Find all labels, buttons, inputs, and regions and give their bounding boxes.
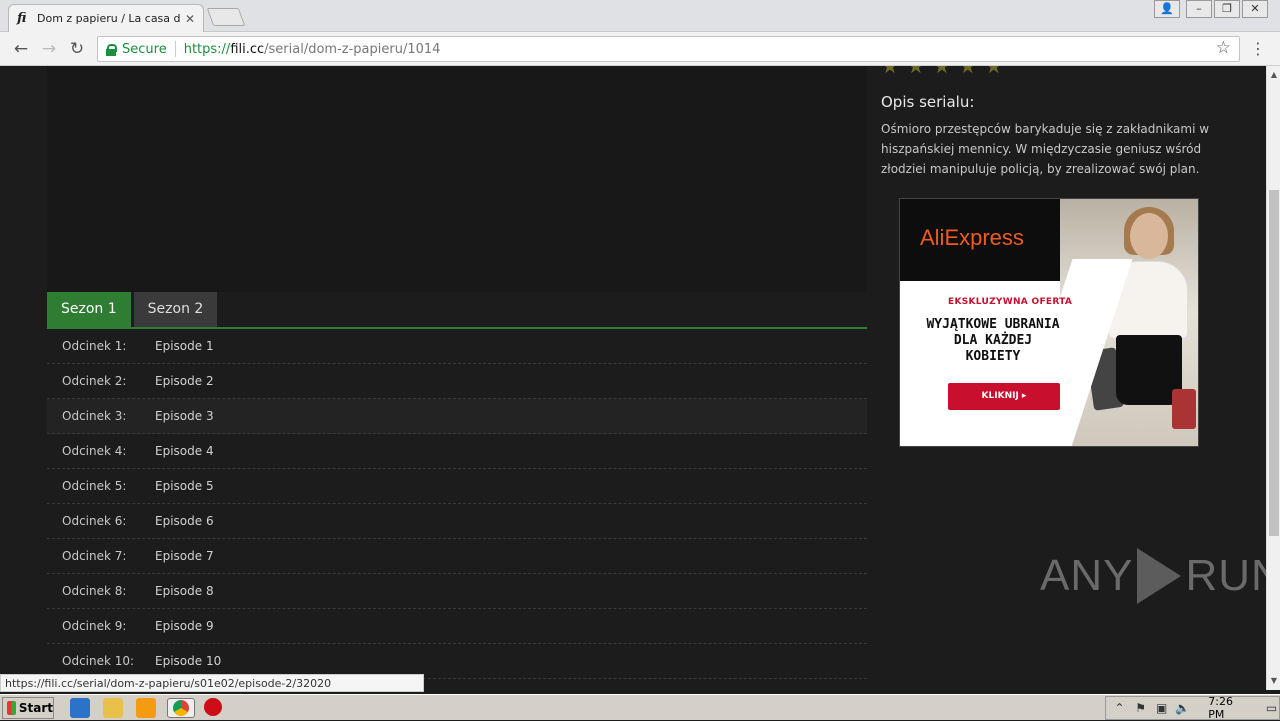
episode-number: Odcinek 10: [62,654,135,668]
ad-headline-line: KOBIETY [965,349,1021,364]
omnibox-divider [174,41,176,57]
episode-title[interactable]: Episode 5 [155,479,214,493]
browser-menu-icon[interactable]: ⋮ [1250,39,1266,58]
opera-icon[interactable] [204,698,222,716]
tab-close-icon[interactable]: ✕ [185,12,195,26]
page-content: Sezon 1 Sezon 2 Odcinek 1: Episode 1 Odci… [0,66,1266,690]
site-favicon-icon: fi [17,10,27,26]
season-tabs: Sezon 1 Sezon 2 [47,292,867,329]
episode-row[interactable]: Odcinek 6: Episode 6 [47,504,867,539]
episode-number: Odcinek 4: [62,444,127,458]
episode-title[interactable]: Episode 7 [155,549,214,563]
advertisement-banner[interactable]: AliExpress EKSKLUZYWNA OFERTA WYJĄTKOWE … [899,198,1199,447]
volume-icon[interactable]: 🔈 [1175,701,1190,715]
chrome-taskbar-button[interactable] [167,698,195,718]
windows-taskbar: Start ⌃ ⚑ ▣ 🔈 7:26 PM ▭ [0,694,1280,721]
ad-headline: WYJĄTKOWE UBRANIA DLA KAŻDEJ KOBIETY [900,317,1086,365]
aliexpress-logo: AliExpress [920,225,1024,250]
episode-row[interactable]: Odcinek 7: Episode 7 [47,539,867,574]
watermark-left: ANY [1040,551,1134,600]
address-bar[interactable]: Secure https:// fili.cc /serial/dom-z-pa… [97,36,1240,62]
url-scheme: https:// [183,41,231,57]
url-path: /serial/dom-z-papieru/1014 [264,41,441,57]
episode-row[interactable]: Odcinek 9: Episode 9 [47,609,867,644]
ad-kicker: EKSKLUZYWNA OFERTA [948,297,1073,307]
episode-title[interactable]: Episode 4 [155,444,214,458]
reload-icon[interactable]: ↻ [66,38,88,60]
secure-label: Secure [122,41,167,57]
minimize-button[interactable]: – [1186,0,1212,18]
video-player-area[interactable] [47,66,867,292]
file-explorer-icon[interactable] [103,698,123,718]
scroll-thumb[interactable] [1269,190,1279,536]
clock[interactable]: 7:26 PM [1208,695,1250,721]
maximize-button[interactable]: ❐ [1214,0,1240,18]
episode-title[interactable]: Episode 9 [155,619,214,633]
tab-season-1[interactable]: Sezon 1 [47,292,131,327]
close-window-button[interactable]: ✕ [1242,0,1268,18]
episode-title[interactable]: Episode 2 [155,374,214,388]
page-scrollbar[interactable]: ▲ ▼ [1266,66,1280,690]
watermark-right: RUN [1185,551,1266,600]
media-player-icon[interactable] [136,698,156,718]
episode-title[interactable]: Episode 3 [155,409,214,423]
internet-explorer-icon[interactable] [70,698,90,718]
browser-tab[interactable]: fi Dom z papieru / La casa de p ✕ [8,4,204,32]
episode-row[interactable]: Odcinek 2: Episode 2 [47,364,867,399]
lock-icon [106,43,117,56]
bookmark-star-icon[interactable]: ☆ [1216,38,1231,58]
episode-number: Odcinek 2: [62,374,127,388]
episode-title[interactable]: Episode 8 [155,584,214,598]
chrome-icon [173,700,189,716]
forward-icon[interactable]: → [38,38,60,60]
anyrun-watermark: ANY RUN [1040,548,1266,604]
scroll-up-icon[interactable]: ▲ [1267,68,1280,82]
network-icon[interactable]: ▣ [1154,701,1169,715]
episode-row[interactable]: Odcinek 3: Episode 3 [47,399,867,434]
episode-row[interactable]: Odcinek 1: Episode 1 [47,329,867,364]
new-tab-button[interactable] [206,8,246,26]
description-text: Ośmioro przestępców barykaduje się z zak… [881,122,1210,176]
episode-number: Odcinek 8: [62,584,127,598]
episode-title[interactable]: Episode 10 [155,654,221,668]
watermark-play-icon [1137,548,1182,604]
start-label: Start [18,701,53,715]
episode-number: Odcinek 7: [62,549,127,563]
browser-tab-bar: fi Dom z papieru / La casa de p ✕ 👤 – ❐ … [0,0,1280,32]
episode-title[interactable]: Episode 6 [155,514,214,528]
episode-title[interactable]: Episode 1 [155,339,214,353]
browser-toolbar: ← → ↻ Secure https:// fili.cc /serial/do… [0,32,1280,66]
window-controls: 👤 – ❐ ✕ [1152,0,1268,18]
flag-icon[interactable]: ⚑ [1133,701,1148,715]
url-host: fili.cc [230,41,265,57]
back-icon[interactable]: ← [10,38,32,60]
profile-icon[interactable]: 👤 [1154,0,1180,18]
episode-number: Odcinek 1: [62,339,127,353]
windows-logo-icon [7,701,16,715]
rating-stars-icon[interactable]: ★★★★★ [881,66,1011,78]
episode-row[interactable]: Odcinek 4: Episode 4 [47,434,867,469]
scroll-down-icon[interactable]: ▼ [1267,674,1280,688]
episode-number: Odcinek 9: [62,619,127,633]
description-title: Opis serialu: [881,93,975,111]
ad-headline-line: WYJĄTKOWE UBRANIA [926,317,1060,332]
episode-list: Odcinek 1: Episode 1 Odcinek 2: Episode 2 … [47,329,867,679]
episode-row[interactable]: Odcinek 8: Episode 8 [47,574,867,609]
ad-cta-button[interactable]: KLIKNIJ ▸ [948,383,1060,410]
episode-row[interactable]: Odcinek 5: Episode 5 [47,469,867,504]
link-status-bar: https://fili.cc/serial/dom-z-papieru/s01… [0,674,424,692]
episode-number: Odcinek 3: [62,409,127,423]
tab-title: Dom z papieru / La casa de p [37,12,181,25]
system-tray: ⌃ ⚑ ▣ 🔈 7:26 PM ▭ [1105,695,1280,721]
episode-number: Odcinek 6: [62,514,127,528]
tab-season-2[interactable]: Sezon 2 [133,292,218,327]
episode-number: Odcinek 5: [62,479,127,493]
tray-expand-icon[interactable]: ⌃ [1112,701,1127,715]
start-button[interactable]: Start [2,697,54,719]
ad-headline-line: DLA KAŻDEJ [953,333,1033,348]
show-desktop-icon[interactable]: ▭ [1264,701,1279,715]
